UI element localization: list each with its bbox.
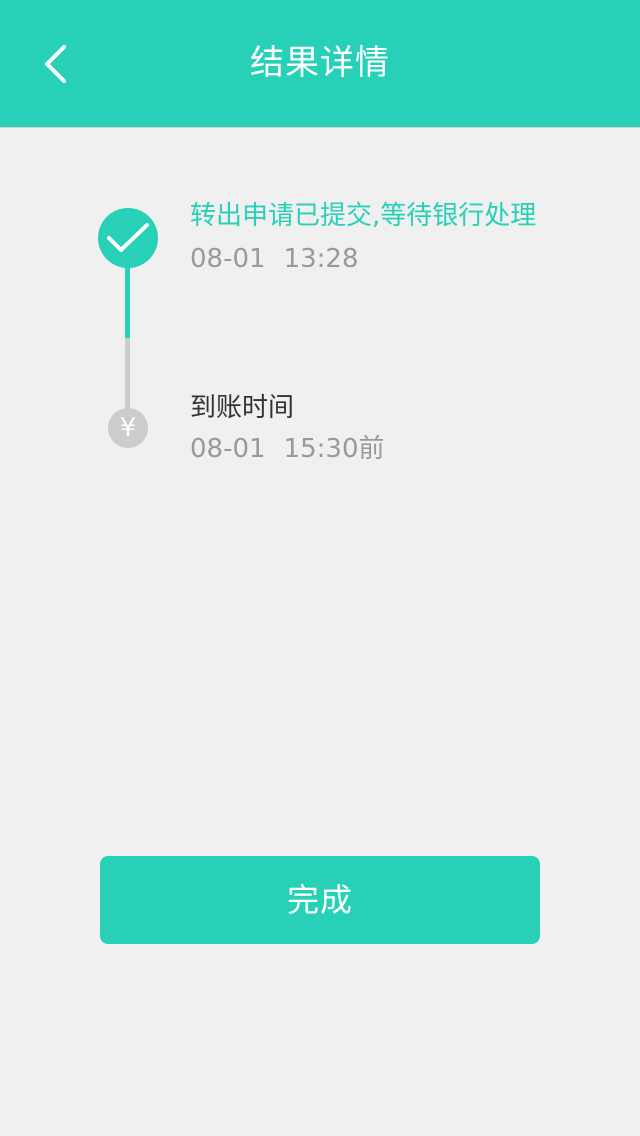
- page-title: 结果详情: [250, 43, 390, 83]
- step-clock: 15:30前: [283, 434, 385, 464]
- step-date: 08-01: [190, 244, 266, 274]
- step-title-submitted: 转出申请已提交,等待银行处理: [190, 201, 537, 231]
- top-bar: 结果详情: [0, 0, 640, 128]
- step-time-arrival: 08-01 15:30前: [190, 431, 385, 467]
- timeline-connector-pending: [125, 338, 130, 412]
- done-button[interactable]: 完成: [100, 856, 540, 944]
- step-time-submitted: 08-01 13:28: [190, 241, 359, 277]
- timeline-connector-active: [125, 266, 130, 338]
- check-icon: [107, 223, 149, 252]
- step-done-marker: [98, 208, 158, 268]
- yuan-icon: ¥: [108, 408, 148, 448]
- step-clock: 13:28: [283, 244, 359, 274]
- step-date: 08-01: [190, 434, 266, 464]
- step-title-arrival: 到账时间: [190, 393, 295, 423]
